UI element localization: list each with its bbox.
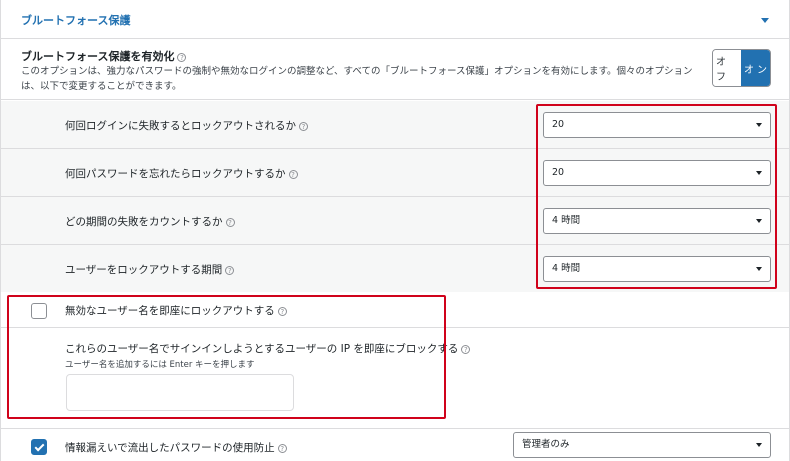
setting-row-password-resets: 何回パスワードを忘れたらロックアウトするか? 20 [1,149,789,197]
chevron-down-icon [756,123,762,127]
lock-invalid-label: 無効なユーザー名を即座にロックアウトする? [65,303,287,318]
chevron-down-icon [756,267,762,271]
brute-force-panel: ブルートフォース保護 ブルートフォース保護を有効化? このオプションは、強力なパ… [0,0,790,461]
lockout-duration-select[interactable]: 4 時間 [543,256,771,282]
enable-description: このオプションは、強力なパスワードの強制や無効なログインの調整など、すべての「ブ… [21,66,693,92]
setting-label: ユーザーをロックアウトする期間? [65,262,235,277]
leaked-password-checkbox[interactable] [31,439,47,455]
section-header[interactable]: ブルートフォース保護 [1,0,789,39]
help-icon[interactable]: ? [277,306,287,316]
lockout-settings: 何回ログインに失敗するとロックアウトされるか? 20 何回パスワードを忘れたらロ… [1,101,789,293]
help-icon[interactable]: ? [277,443,287,453]
section-title: ブルートフォース保護 [21,14,131,27]
setting-row-lockout-duration: ユーザーをロックアウトする期間? 4 時間 [1,245,789,293]
lock-invalid-row: 無効なユーザー名を即座にロックアウトする? [1,292,789,328]
collapse-caret-icon[interactable] [761,18,769,23]
setting-row-count-period: どの期間の失敗をカウントするか? 4 時間 [1,197,789,245]
leaked-password-select[interactable]: 管理者のみ [513,432,771,458]
help-icon[interactable]: ? [225,217,235,227]
enable-row: ブルートフォース保護を有効化? このオプションは、強力なパスワードの強制や無効な… [1,40,789,100]
help-icon[interactable]: ? [461,344,471,354]
toggle-on-option[interactable]: オン [741,50,770,86]
chevron-down-icon [756,443,762,447]
help-icon[interactable]: ? [299,121,308,131]
block-usernames-row: これらのユーザー名でサインインしようとするユーザーの IP を即座にブロックする… [1,329,789,429]
setting-label: どの期間の失敗をカウントするか? [65,214,235,229]
block-usernames-input[interactable] [66,374,294,411]
setting-label: 何回パスワードを忘れたらロックアウトするか? [65,166,298,181]
lock-invalid-checkbox[interactable] [31,303,47,319]
count-period-select[interactable]: 4 時間 [543,208,771,234]
checkmark-icon [34,441,45,452]
password-resets-select[interactable]: 20 [543,160,771,186]
setting-label: 何回ログインに失敗するとロックアウトされるか? [65,118,308,133]
enable-toggle[interactable]: オフ オン [712,49,771,87]
leaked-password-row: 情報漏えいで流出したパスワードの使用防止? 管理者のみ [1,430,789,461]
block-usernames-hint: ユーザー名を追加するには Enter キーを押します [65,360,255,370]
block-usernames-label: これらのユーザー名でサインインしようとするユーザーの IP を即座にブロックする… [65,341,471,356]
help-icon[interactable]: ? [225,265,235,275]
enable-title: ブルートフォース保護を有効化? [21,48,187,64]
toggle-off-option[interactable]: オフ [713,50,742,86]
chevron-down-icon [756,219,762,223]
login-failures-select[interactable]: 20 [543,112,771,138]
setting-row-login-failures: 何回ログインに失敗するとロックアウトされるか? 20 [1,101,789,149]
help-icon[interactable]: ? [288,169,298,179]
chevron-down-icon [756,171,762,175]
help-icon[interactable]: ? [177,52,187,62]
leaked-password-label: 情報漏えいで流出したパスワードの使用防止? [65,440,287,455]
